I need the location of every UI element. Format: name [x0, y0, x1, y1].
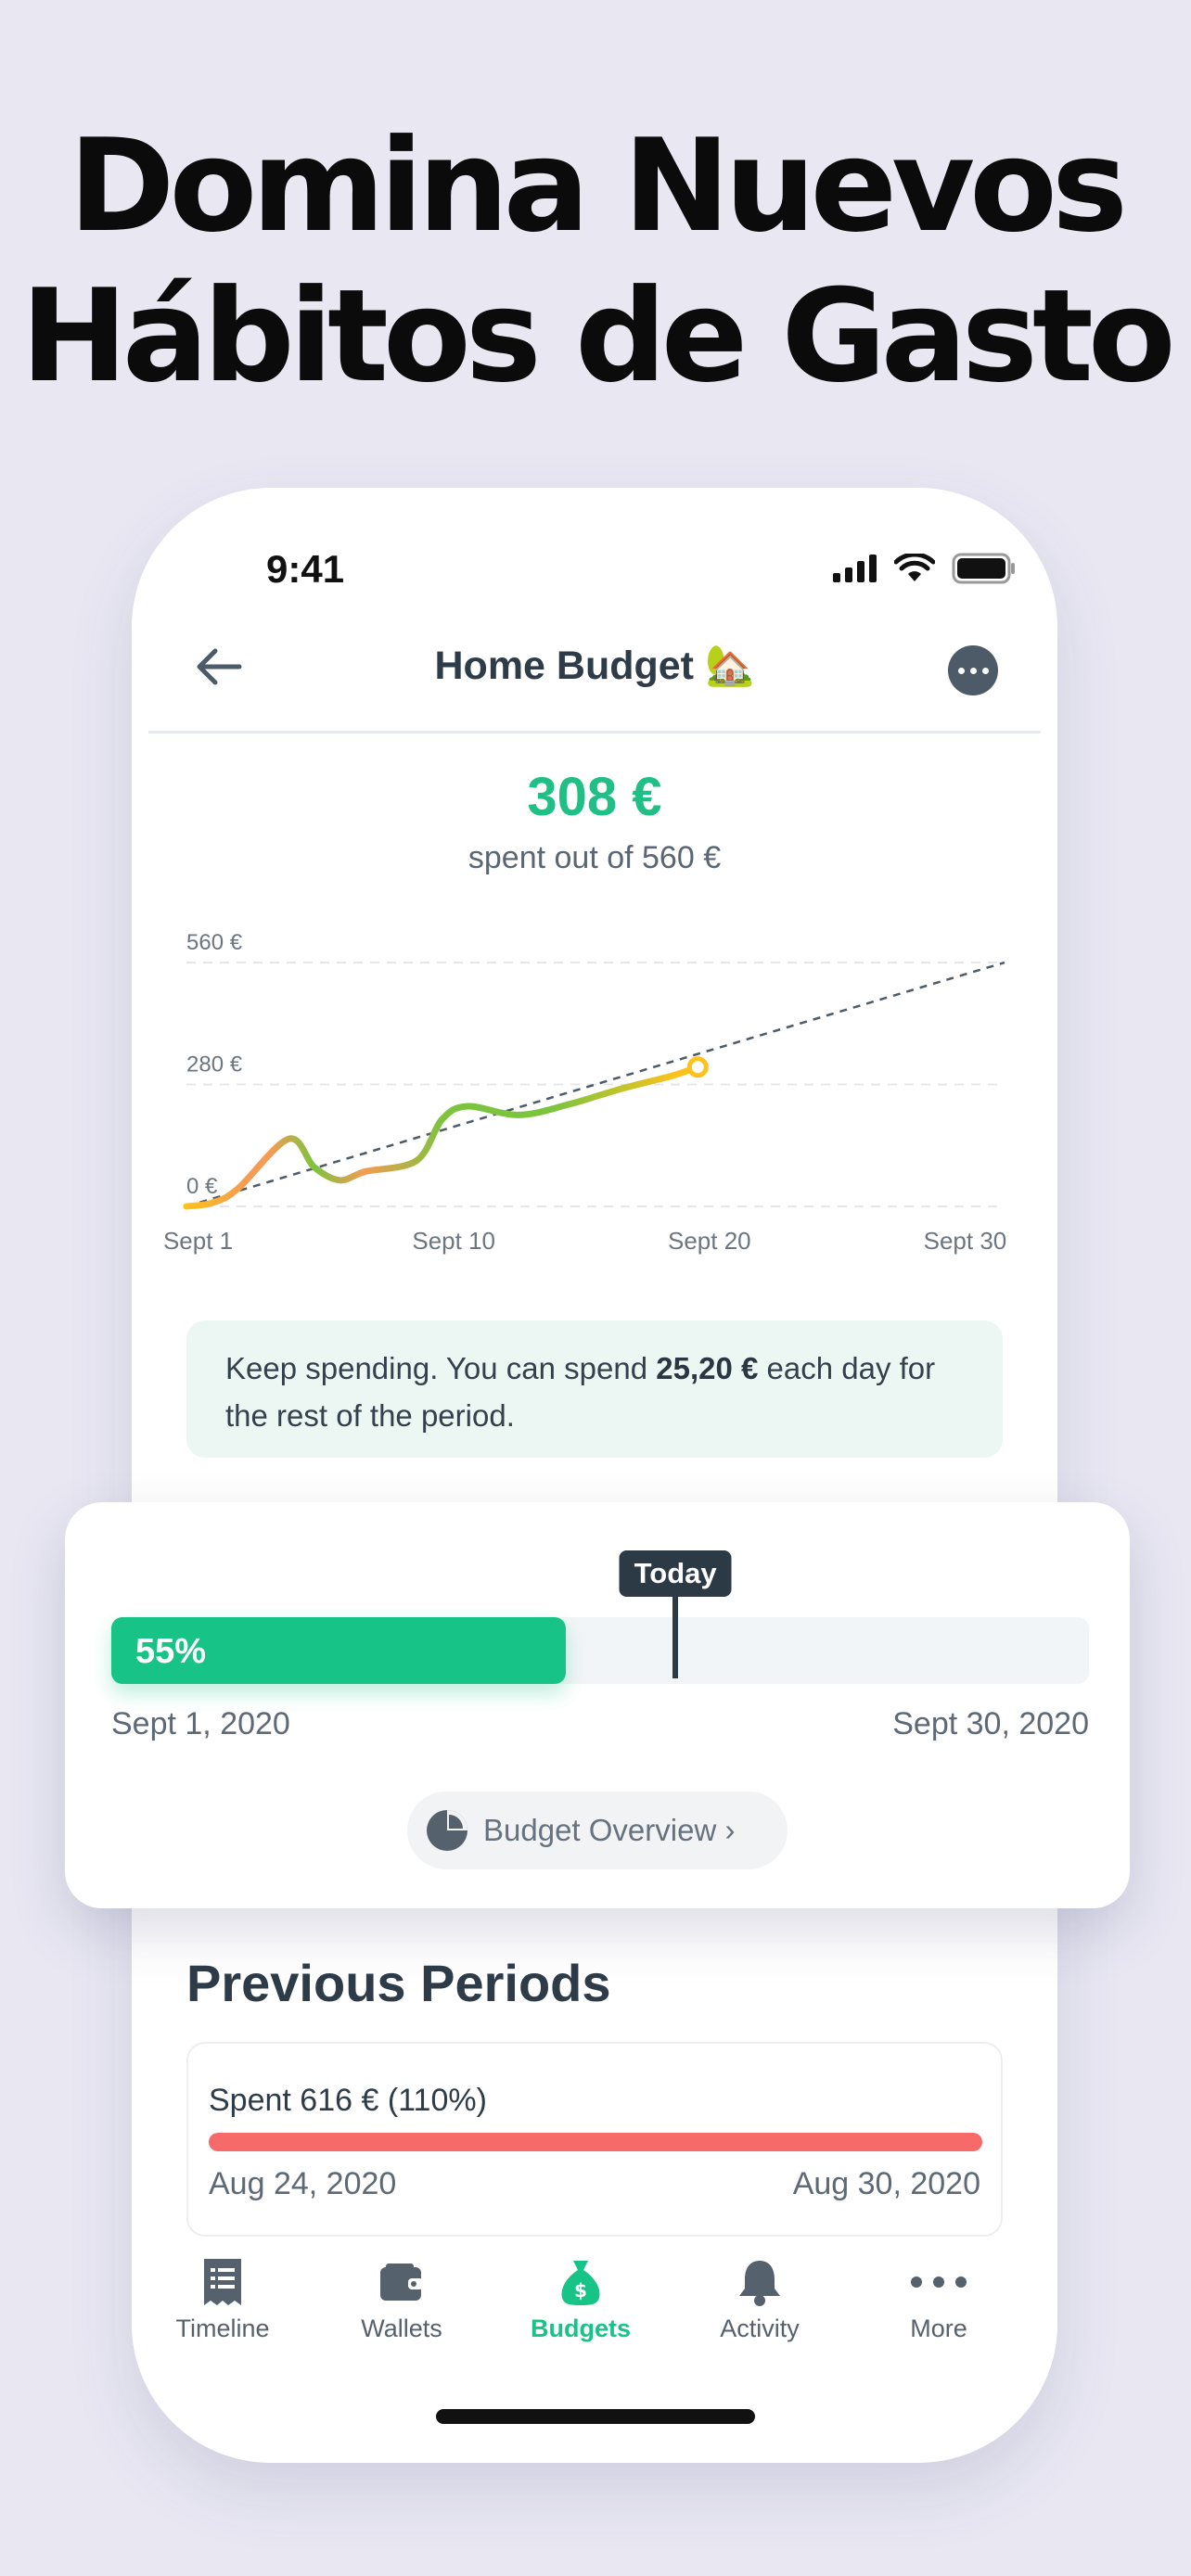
today-marker-line — [672, 1597, 679, 1678]
headline: Domina Nuevos Hábitos de Gasto — [0, 111, 1191, 412]
tab-label: Activity — [720, 2315, 800, 2342]
progress-fill: 55% — [111, 1617, 567, 1684]
options-button[interactable] — [948, 645, 998, 695]
battery-icon — [952, 553, 1015, 584]
tab-label: More — [910, 2315, 967, 2342]
page-title: Home Budget 🏡 — [434, 644, 755, 688]
spent-subtitle: spent out of 560 € — [467, 840, 722, 875]
previous-spent: Spent 616 € (110%) — [209, 2083, 487, 2118]
y-tick-label: 280 € — [186, 1052, 243, 1078]
today-point — [686, 1056, 709, 1078]
tab-wallets[interactable]: Wallets — [314, 2250, 490, 2343]
bell-icon — [739, 2261, 780, 2306]
budget-overview-button[interactable]: Budget Overview › — [407, 1792, 788, 1869]
nav-bar: Home Budget 🏡 — [148, 604, 1041, 733]
previous-start-date: Aug 24, 2020 — [209, 2166, 397, 2201]
tip-amount: 25,20 € — [656, 1351, 759, 1385]
status-time: 9:41 — [266, 547, 345, 591]
tab-timeline[interactable]: Timeline — [134, 2250, 311, 2343]
progress-card: 55% Today Sept 1, 2020 Sept 30, 2020 Bud… — [65, 1502, 1130, 1908]
tab-budgets[interactable]: $ Budgets — [493, 2250, 669, 2343]
tab-label: Wallets — [361, 2315, 442, 2342]
tab-bar: Timeline Wallets $ Budgets Activity More — [132, 2250, 1057, 2361]
previous-period-card[interactable]: Spent 616 € (110%) Aug 24, 2020 Aug 30, … — [186, 2042, 1003, 2237]
pie-chart-icon — [427, 1810, 467, 1851]
tip-box: Keep spending. You can spend 25,20 € eac… — [186, 1320, 1003, 1458]
previous-periods-title: Previous Periods — [186, 1954, 611, 2012]
previous-progress-bar — [209, 2133, 982, 2151]
money-bag-icon: $ — [561, 2261, 600, 2305]
tip-prefix: Keep spending. You can spend — [225, 1351, 657, 1385]
status-icons — [833, 553, 1017, 584]
signal-icon — [833, 555, 877, 582]
progress-percent: 55% — [135, 1632, 207, 1671]
progress-track: 55% — [111, 1617, 1089, 1684]
receipt-icon — [204, 2259, 241, 2305]
previous-end-date: Aug 30, 2020 — [792, 2166, 980, 2201]
tab-label: Budgets — [531, 2315, 631, 2342]
x-tick-label: Sept 30 — [924, 1227, 1007, 1255]
today-marker-label: Today — [619, 1550, 732, 1597]
tab-activity[interactable]: Activity — [672, 2250, 848, 2343]
phone-mockup: 9:41 Home Budget 🏡 308 € spent out of 56… — [132, 488, 1057, 2463]
wifi-icon — [894, 554, 935, 581]
y-tick-label: 560 € — [186, 930, 243, 955]
spent-amount: 308 € — [527, 767, 662, 827]
budget-overview-label: Budget Overview › — [483, 1813, 736, 1847]
budget-chart: 560 € 280 € 0 € Sept 1 Sept 10 Sept 20 Sept 30 — [163, 930, 1007, 1255]
dot-icon — [969, 667, 977, 674]
wallet-icon — [380, 2264, 423, 2301]
y-tick-label: 0 € — [186, 1174, 218, 1199]
svg-text:$: $ — [574, 2279, 587, 2302]
x-tick-label: Sept 20 — [668, 1227, 751, 1255]
spending-line — [183, 1064, 701, 1210]
tab-more[interactable]: More — [851, 2250, 1027, 2343]
ellipsis-icon — [911, 2276, 967, 2288]
dot-icon — [981, 667, 989, 674]
period-end-date: Sept 30, 2020 — [892, 1706, 1089, 1741]
home-indicator — [436, 2409, 755, 2424]
headline-line-1: Domina Nuevos — [68, 111, 1128, 261]
x-tick-label: Sept 1 — [163, 1227, 233, 1255]
headline-line-2: Hábitos de Gasto — [20, 261, 1175, 411]
period-start-date: Sept 1, 2020 — [111, 1706, 290, 1741]
tab-label: Timeline — [175, 2315, 270, 2342]
dot-icon — [957, 667, 965, 674]
x-tick-label: Sept 10 — [412, 1227, 495, 1255]
